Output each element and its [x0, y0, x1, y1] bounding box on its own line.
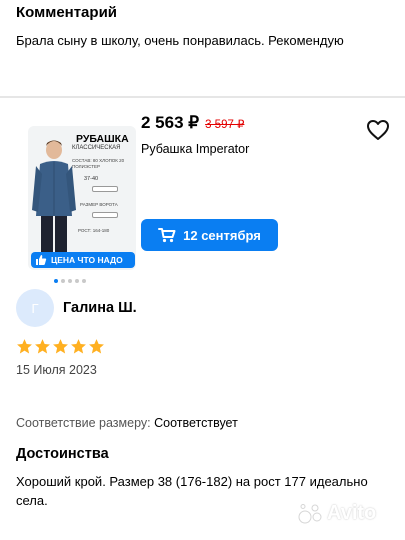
avito-watermark-text: Avito — [327, 502, 377, 524]
carousel-dot[interactable] — [54, 279, 58, 283]
comment-heading: Комментарий — [16, 4, 118, 21]
thumbs-up-icon — [36, 255, 47, 265]
section-divider — [0, 96, 405, 98]
product-image-subtitle: КЛАССИЧЕСКАЯ — [72, 145, 121, 151]
delivery-cart-icon — [158, 228, 176, 243]
product-image-composition: СОСТАВ: 80 ХЛОПОК 20 ПОЛИЭСТЕР — [72, 158, 125, 169]
size-fit-label: Соответствие размеру: — [16, 416, 151, 430]
carousel-dot[interactable] — [82, 279, 86, 283]
review-date: 15 Июля 2023 — [16, 363, 97, 377]
good-price-badge: ЦЕНА ЧТО НАДО — [31, 252, 135, 268]
product-image-collar-label: РАЗМЕР ВОРОТА — [80, 202, 118, 207]
product-image-height-label: РОСТ: 164-180 — [78, 228, 110, 233]
star-icon — [89, 339, 104, 354]
product-name[interactable]: Рубашка Imperator — [141, 142, 249, 156]
carousel-dots[interactable] — [54, 279, 86, 283]
carousel-dot[interactable] — [61, 279, 65, 283]
delivery-date-button[interactable]: 12 сентября — [141, 219, 278, 251]
star-icon — [35, 339, 50, 354]
avito-logo-icon — [298, 503, 322, 523]
avito-watermark: Avito — [298, 502, 376, 525]
collar-icon — [92, 186, 118, 192]
carousel-dot[interactable] — [75, 279, 79, 283]
heart-icon — [367, 120, 389, 140]
size-bar-icon — [92, 212, 118, 218]
star-icon — [53, 339, 68, 354]
rating-stars — [16, 338, 105, 355]
star-icon — [17, 339, 32, 354]
good-price-label: ЦЕНА ЧТО НАДО — [51, 255, 123, 265]
favorite-button[interactable] — [365, 118, 391, 142]
carousel-dot[interactable] — [68, 279, 72, 283]
comment-text: Брала сыну в школу, очень понравилась. Р… — [16, 33, 344, 48]
product-image[interactable]: РУБАШКА КЛАССИЧЕСКАЯ СОСТАВ: 80 ХЛОПОК 2… — [28, 126, 136, 270]
star-icon — [71, 339, 86, 354]
price-old: 3 597 ₽ — [205, 119, 245, 131]
size-fit-value: Соответствует — [154, 416, 238, 430]
boy-model-illustration — [32, 140, 76, 264]
product-image-size-range: 37-40 — [84, 176, 99, 182]
size-fit: Соответствие размеру: Соответствует — [16, 416, 238, 430]
avatar: Г — [16, 289, 54, 327]
delivery-date-label: 12 сентября — [183, 227, 261, 243]
price-current: 2 563 ₽ — [141, 113, 200, 132]
comment-section: Комментарий Брала сыну в школу, очень по… — [16, 4, 396, 49]
price-row: 2 563 ₽ 3 597 ₽ — [141, 113, 244, 133]
pros-heading: Достоинства — [16, 446, 109, 462]
product-image-title: РУБАШКА — [76, 133, 129, 145]
reviewer-name: Галина Ш. — [63, 300, 137, 316]
